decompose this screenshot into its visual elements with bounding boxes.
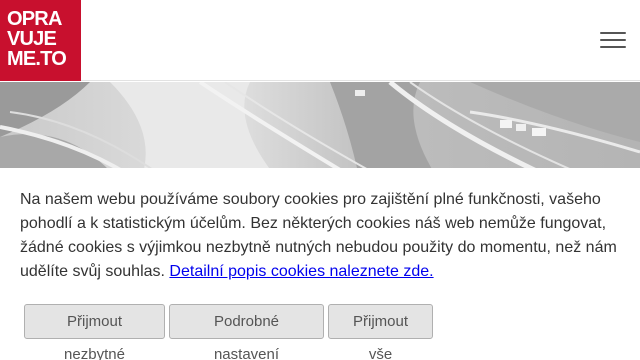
site-header: OPRA VUJE ME.TO [0,0,640,81]
cookie-button-row: Přijmout nezbytné Podrobné nastavení Při… [24,304,433,360]
site-logo[interactable]: OPRA VUJE ME.TO [0,0,81,81]
cookie-details-link[interactable]: Detailní popis cookies naleznete zde. [169,263,433,280]
logo-line-1: OPRA [7,8,62,30]
accept-necessary-button[interactable]: Přijmout nezbytné [24,304,165,360]
logo-line-3: ME.TO [7,48,67,70]
accept-all-button[interactable]: Přijmout vše [328,304,433,360]
page: OPRA VUJE ME.TO Na našem webu používáme … [0,0,640,360]
hero-image [0,82,640,182]
logo-line-2: VUJE [7,28,57,50]
hamburger-menu-icon[interactable] [600,30,626,50]
cookie-consent-banner: Na našem webu používáme soubory cookies … [0,168,640,360]
menu-bar-bottom [600,46,626,48]
aerial-landscape-image [0,82,640,182]
cookie-consent-text: Na našem webu používáme soubory cookies … [20,188,628,284]
menu-bar-middle [600,39,626,41]
menu-bar-top [600,32,626,34]
detailed-settings-button[interactable]: Podrobné nastavení [169,304,324,360]
